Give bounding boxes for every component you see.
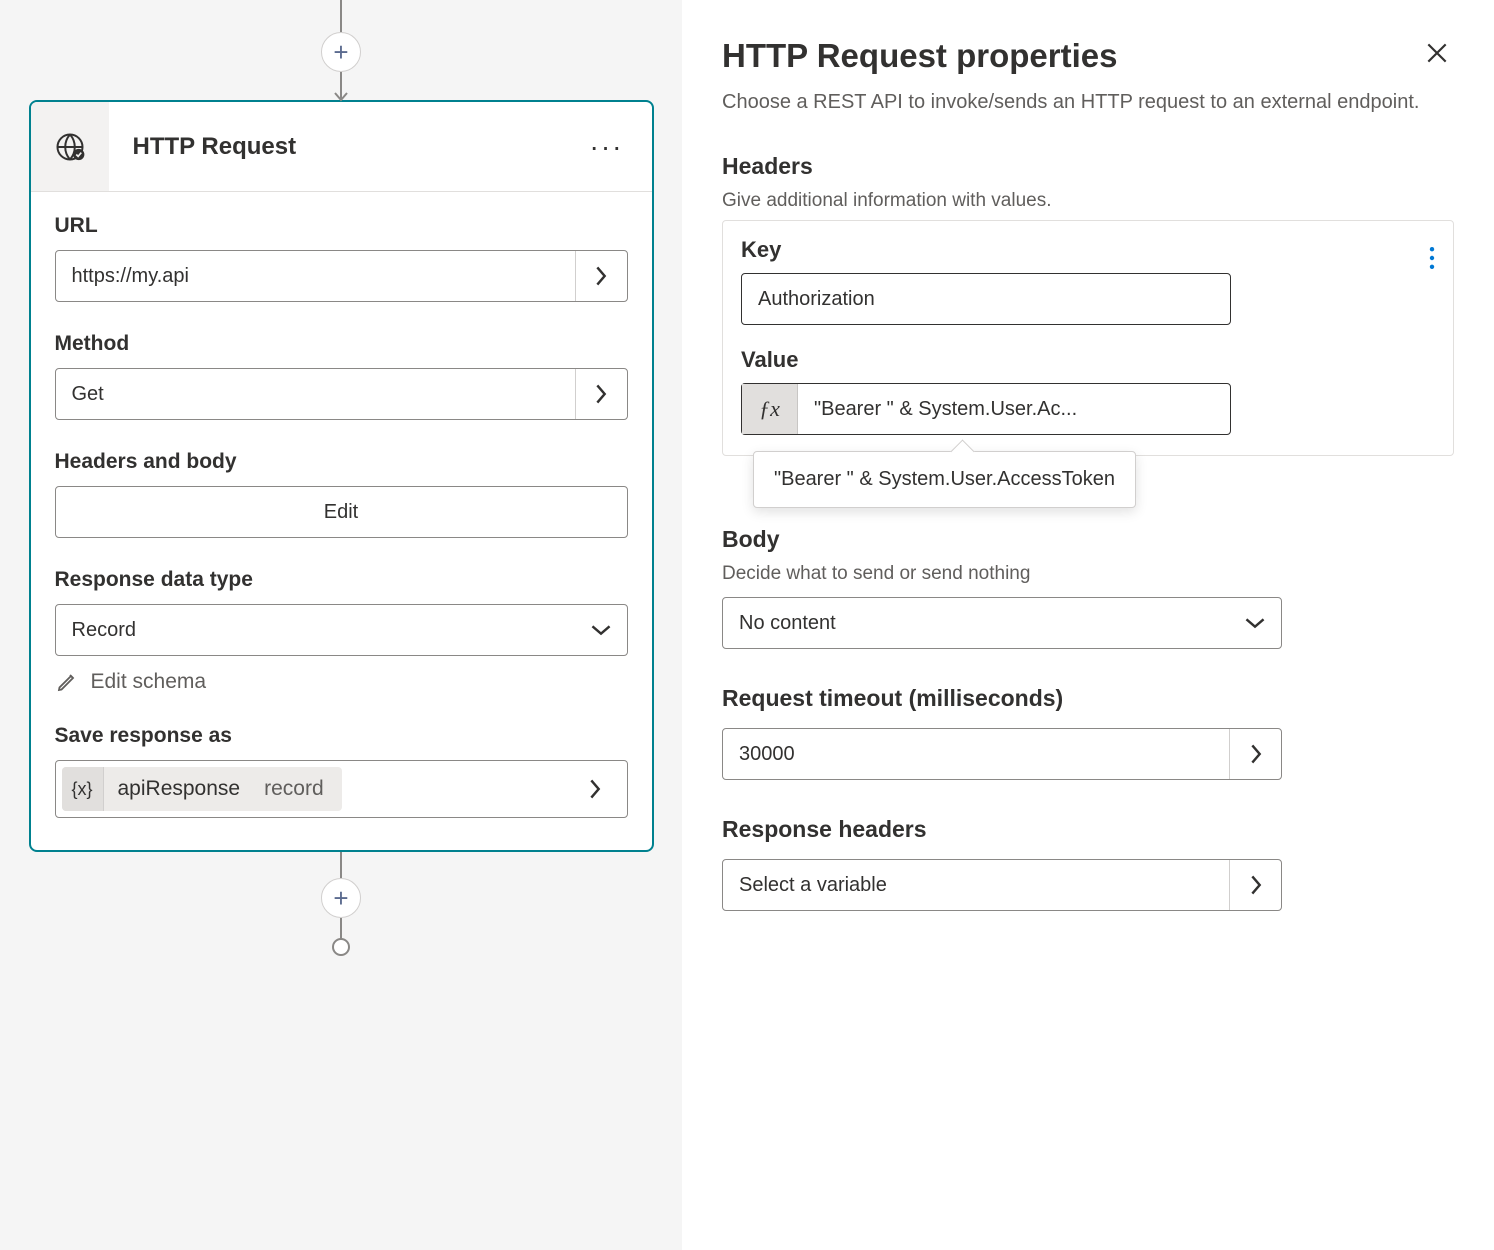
body-chevron[interactable]	[1229, 598, 1281, 648]
variable-name: apiResponse	[104, 777, 255, 801]
close-panel-button[interactable]	[1420, 36, 1454, 75]
header-key-value: Authorization	[758, 288, 875, 311]
method-picker-button[interactable]	[575, 369, 627, 419]
body-value: No content	[723, 612, 1229, 635]
http-icon	[31, 102, 109, 191]
chevron-right-icon	[588, 778, 602, 800]
header-value-input[interactable]: ƒx "Bearer " & System.User.Ac...	[741, 383, 1231, 435]
headers-body-label: Headers and body	[55, 450, 628, 474]
add-step-button-bottom[interactable]: +	[321, 878, 361, 918]
response-headers-value: Select a variable	[723, 874, 1229, 897]
card-more-button[interactable]: ···	[562, 131, 652, 163]
response-type-select[interactable]: Record	[55, 604, 628, 656]
add-step-button-top[interactable]: +	[321, 32, 361, 72]
chevron-right-icon	[1249, 874, 1263, 896]
header-entry: Key Authorization Value ƒx "Bearer " & S…	[722, 220, 1454, 456]
panel-description: Choose a REST API to invoke/sends an HTT…	[722, 87, 1454, 117]
edit-headers-body-button[interactable]: Edit	[55, 486, 628, 538]
save-response-chevron[interactable]	[569, 761, 621, 817]
edit-schema-label: Edit schema	[91, 670, 207, 694]
headers-section-title: Headers	[722, 153, 1454, 180]
http-request-card[interactable]: HTTP Request ··· URL https://my.api Meth…	[29, 100, 654, 852]
method-label: Method	[55, 332, 628, 356]
edit-schema-link[interactable]: Edit schema	[55, 670, 628, 694]
body-select[interactable]: No content	[722, 597, 1282, 649]
headers-section-desc: Give additional information with values.	[722, 190, 1454, 212]
flow-canvas: + HTTP Request ··· URL h	[0, 0, 682, 1250]
body-section-desc: Decide what to send or send nothing	[722, 563, 1454, 585]
response-type-value: Record	[56, 619, 575, 642]
header-key-input[interactable]: Authorization	[741, 273, 1231, 325]
chevron-right-icon	[1249, 743, 1263, 765]
method-value: Get	[56, 383, 575, 406]
fx-icon: ƒx	[742, 384, 798, 434]
expression-tooltip: "Bearer " & System.User.AccessToken	[753, 451, 1136, 508]
response-headers-section-title: Response headers	[722, 816, 1454, 843]
url-field: URL https://my.api	[55, 214, 628, 302]
header-value-expression: "Bearer " & System.User.Ac...	[798, 398, 1230, 421]
chevron-down-icon	[1244, 616, 1266, 630]
response-type-chevron[interactable]	[575, 605, 627, 655]
arrow-down-icon	[334, 92, 348, 102]
card-header: HTTP Request ···	[31, 102, 652, 192]
more-vertical-icon	[1429, 247, 1435, 269]
save-response-label: Save response as	[55, 724, 628, 748]
card-body: URL https://my.api Method Get	[31, 192, 652, 850]
url-label: URL	[55, 214, 628, 238]
connector-bottom: +	[321, 852, 361, 956]
header-key-label: Key	[741, 237, 1435, 263]
header-value-label: Value	[741, 347, 1435, 373]
expression-tooltip-text: "Bearer " & System.User.AccessToken	[774, 468, 1115, 490]
connector-line	[340, 72, 342, 100]
headers-body-field: Headers and body Edit	[55, 450, 628, 538]
chevron-right-icon	[594, 383, 608, 405]
response-headers-select[interactable]: Select a variable	[722, 859, 1282, 911]
method-input[interactable]: Get	[55, 368, 628, 420]
url-value: https://my.api	[56, 265, 575, 288]
url-picker-button[interactable]	[575, 251, 627, 301]
timeout-picker-button[interactable]	[1229, 729, 1281, 779]
timeout-value: 30000	[723, 743, 1229, 766]
method-field: Method Get	[55, 332, 628, 420]
header-more-button[interactable]	[1429, 247, 1435, 274]
timeout-input[interactable]: 30000	[722, 728, 1282, 780]
panel-title: HTTP Request properties	[722, 37, 1117, 75]
save-response-input[interactable]: {x} apiResponse record	[55, 760, 628, 818]
response-headers-picker-button[interactable]	[1229, 860, 1281, 910]
connector-line	[340, 0, 342, 32]
chevron-right-icon	[594, 265, 608, 287]
variable-type: record	[254, 777, 334, 801]
body-section-title: Body	[722, 526, 1454, 553]
timeout-section-title: Request timeout (milliseconds)	[722, 685, 1454, 712]
close-icon	[1424, 40, 1450, 66]
card-title: HTTP Request	[109, 133, 562, 161]
response-type-label: Response data type	[55, 568, 628, 592]
pencil-icon	[55, 670, 79, 694]
url-input[interactable]: https://my.api	[55, 250, 628, 302]
variable-icon: {x}	[62, 767, 104, 811]
chevron-down-icon	[590, 623, 612, 637]
save-response-field: Save response as {x} apiResponse record	[55, 724, 628, 818]
properties-panel: HTTP Request properties Choose a REST AP…	[682, 0, 1494, 1250]
variable-pill[interactable]: {x} apiResponse record	[62, 767, 342, 811]
flow-end-icon	[332, 938, 350, 956]
response-type-field: Response data type Record Edit schema	[55, 568, 628, 694]
